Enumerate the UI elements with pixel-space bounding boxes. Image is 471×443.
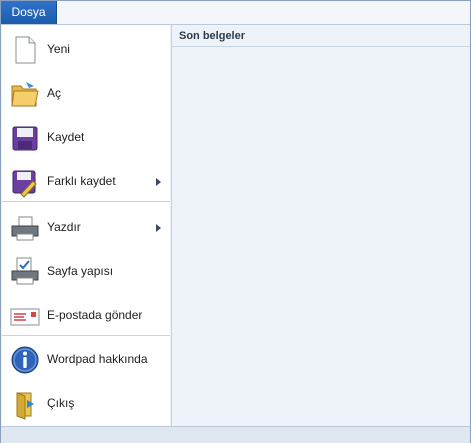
menu-item-label: E-postada gönder (47, 308, 143, 322)
menu-item-label: Çıkış (47, 396, 75, 410)
menu-footer (1, 426, 470, 443)
file-tab[interactable]: Dosya (1, 1, 57, 24)
file-menu-window: Dosya Yeni Aç Kaydet Farklı kaydet Yazdı… (0, 0, 471, 443)
menu-item-label: Kaydet (47, 130, 85, 144)
exit-icon (9, 388, 41, 420)
menu-item-label: Yeni (47, 42, 70, 56)
submenu-arrow-icon (156, 178, 161, 186)
menu-item-label: Sayfa yapısı (47, 264, 114, 278)
menu-item-label: Yazdır (47, 220, 81, 234)
new-document-icon (9, 34, 41, 66)
menu-item-exit[interactable]: Çıkış (2, 382, 170, 425)
menu-item-send-email[interactable]: E-postada gönder (2, 294, 170, 337)
open-folder-icon (9, 78, 41, 110)
menu-item-save-as[interactable]: Farklı kaydet (2, 160, 170, 203)
save-floppy-icon (9, 122, 41, 154)
save-as-icon (9, 166, 41, 198)
info-icon (9, 344, 41, 376)
recent-documents-title: Son belgeler (179, 30, 246, 42)
menu-separator (2, 335, 170, 336)
menu-item-label: Wordpad hakkında (47, 352, 148, 366)
menu-item-label: Farklı kaydet (47, 174, 116, 188)
page-setup-icon (9, 256, 41, 288)
file-menu: Yeni Aç Kaydet Farklı kaydet Yazdır Sayf… (2, 25, 170, 426)
recent-documents-header: Son belgeler (172, 25, 470, 47)
menu-item-page-setup[interactable]: Sayfa yapısı (2, 250, 170, 293)
printer-icon (9, 212, 41, 244)
menu-item-print[interactable]: Yazdır (2, 206, 170, 249)
email-envelope-icon (9, 300, 41, 332)
tab-bar: Dosya (1, 1, 470, 25)
menu-item-label: Aç (47, 86, 62, 100)
menu-item-save[interactable]: Kaydet (2, 116, 170, 159)
submenu-arrow-icon (156, 224, 161, 232)
recent-documents-panel: Son belgeler (172, 25, 470, 426)
menu-item-about[interactable]: Wordpad hakkında (2, 338, 170, 381)
menu-item-open[interactable]: Aç (2, 72, 170, 115)
menu-separator (2, 201, 170, 202)
menu-item-new[interactable]: Yeni (2, 28, 170, 71)
